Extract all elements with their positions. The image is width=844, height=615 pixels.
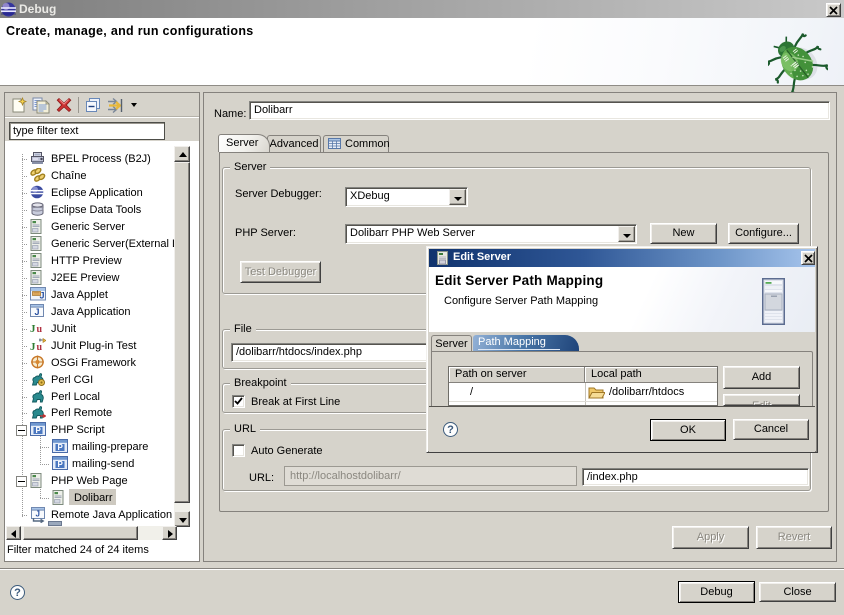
svg-text:P: P: [58, 443, 64, 452]
svg-text:P: P: [58, 460, 64, 469]
svg-text:J: J: [40, 291, 45, 301]
svg-text:u: u: [37, 324, 43, 335]
svg-text:u: u: [37, 342, 43, 352]
svg-text:J: J: [30, 341, 36, 352]
svg-text:P: P: [36, 426, 42, 435]
svg-text:J: J: [36, 510, 40, 519]
svg-text:J: J: [30, 323, 36, 335]
svg-text:J: J: [35, 307, 40, 317]
